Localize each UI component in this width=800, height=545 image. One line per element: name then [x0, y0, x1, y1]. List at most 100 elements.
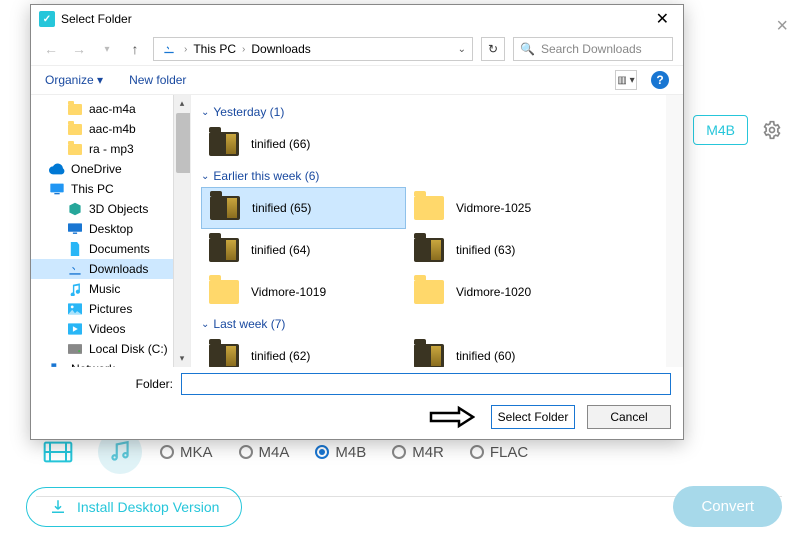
tree-item[interactable]: aac-m4a: [31, 99, 190, 119]
format-radio-m4a[interactable]: M4A: [239, 444, 290, 461]
folder-icon: [67, 142, 83, 156]
tree-item-label: Videos: [89, 322, 125, 336]
tree-item[interactable]: Music: [31, 279, 190, 299]
tree-item-label: This PC: [71, 182, 114, 196]
convert-button[interactable]: Convert: [673, 486, 782, 527]
tree-item[interactable]: ra - mp3: [31, 139, 190, 159]
arrow-annotation-icon: [429, 405, 475, 429]
folder-item[interactable]: tinified (63): [406, 229, 611, 271]
scroll-down-icon[interactable]: ▾: [174, 350, 190, 367]
folder-icon: [412, 339, 446, 367]
folder-item[interactable]: tinified (64): [201, 229, 406, 271]
tree-item[interactable]: Videos: [31, 319, 190, 339]
folder-item[interactable]: Vidmore-1025: [406, 187, 611, 229]
organize-button[interactable]: Organize ▾: [45, 73, 103, 87]
desktop-icon: [67, 222, 83, 236]
breadcrumb-item[interactable]: Downloads: [251, 42, 310, 56]
tree-item[interactable]: Pictures: [31, 299, 190, 319]
folder-item[interactable]: Vidmore-1020: [406, 271, 611, 313]
cancel-button[interactable]: Cancel: [587, 405, 671, 429]
folder-item-label: tinified (66): [251, 137, 310, 151]
3d-icon: [67, 202, 83, 216]
folder-item[interactable]: tinified (66): [201, 123, 406, 165]
tree-item[interactable]: 3D Objects: [31, 199, 190, 219]
folder-item-label: tinified (63): [456, 243, 515, 257]
tree-item[interactable]: aac-m4b: [31, 119, 190, 139]
tree-item[interactable]: This PC: [31, 179, 190, 199]
nav-back-icon[interactable]: ←: [41, 41, 61, 57]
dialog-title: Select Folder: [61, 12, 132, 26]
tree-item-label: aac-m4b: [89, 122, 136, 136]
app-icon: ✓: [39, 11, 55, 27]
folder-item-label: tinified (64): [251, 243, 310, 257]
folder-item[interactable]: tinified (60): [406, 335, 611, 367]
search-input[interactable]: 🔍 Search Downloads: [513, 37, 673, 61]
tree-item-label: Music: [89, 282, 120, 296]
radio-dot-icon: [470, 445, 484, 459]
folder-item[interactable]: Vidmore-1019: [201, 271, 406, 313]
folder-content[interactable]: ⌄ Yesterday (1) tinified (66) ⌄ Earlier th…: [191, 95, 683, 367]
tree-item[interactable]: Documents: [31, 239, 190, 259]
refresh-icon[interactable]: ↻: [481, 37, 505, 61]
tree-item-label: Pictures: [89, 302, 132, 316]
folder-icon: [207, 233, 241, 267]
folder-item-label: tinified (62): [251, 349, 310, 363]
folder-icon: [207, 275, 241, 309]
nav-up-icon[interactable]: ↑: [125, 41, 145, 57]
tree-item-label: ra - mp3: [89, 142, 134, 156]
radio-dot-icon: [315, 445, 329, 459]
radio-dot-icon: [160, 445, 174, 459]
folder-icon: [412, 275, 446, 309]
format-radio-m4r[interactable]: M4R: [392, 444, 444, 461]
search-icon: 🔍: [520, 42, 535, 56]
folder-icon: [412, 233, 446, 267]
breadcrumb[interactable]: › This PC › Downloads ⌄: [153, 37, 473, 61]
radio-label: MKA: [180, 444, 213, 461]
tree-item[interactable]: Desktop: [31, 219, 190, 239]
new-folder-button[interactable]: New folder: [129, 73, 186, 87]
tree-item-label: aac-m4a: [89, 102, 136, 116]
breadcrumb-drop-icon[interactable]: ⌄: [458, 44, 466, 55]
tree-item[interactable]: Network: [31, 359, 190, 367]
chevron-down-icon: ⌄: [201, 171, 209, 182]
group-header[interactable]: ⌄ Earlier this week (6): [201, 169, 673, 183]
chevron-down-icon: ⌄: [201, 107, 209, 118]
downloads-icon: [160, 40, 178, 58]
nav-forward-icon: →: [69, 41, 89, 57]
chevron-down-icon[interactable]: ▾: [97, 44, 117, 55]
tree-scrollbar[interactable]: ▴ ▾: [173, 95, 190, 367]
close-icon[interactable]: ✕: [650, 9, 675, 29]
tree-item-label: 3D Objects: [89, 202, 148, 216]
tree-item[interactable]: Downloads: [31, 259, 190, 279]
tree-item[interactable]: Local Disk (C:): [31, 339, 190, 359]
group-header[interactable]: ⌄ Last week (7): [201, 317, 673, 331]
folder-item[interactable]: tinified (62): [201, 335, 406, 367]
scroll-thumb[interactable]: [176, 113, 191, 173]
network-icon: [49, 362, 65, 367]
bg-close-icon[interactable]: ×: [776, 15, 788, 38]
view-options-button[interactable]: ▥ ▾: [615, 70, 637, 90]
group-header[interactable]: ⌄ Yesterday (1): [201, 105, 673, 119]
breadcrumb-item[interactable]: This PC: [193, 42, 236, 56]
format-radio-mka[interactable]: MKA: [160, 444, 213, 461]
install-desktop-button[interactable]: Install Desktop Version: [26, 487, 242, 527]
help-icon[interactable]: ?: [651, 71, 669, 89]
pc-icon: [49, 182, 65, 196]
radio-dot-icon: [239, 445, 253, 459]
scroll-up-icon[interactable]: ▴: [174, 95, 190, 112]
content-scrollbar[interactable]: [666, 95, 683, 367]
folder-name-input[interactable]: [181, 373, 671, 395]
navbar: ← → ▾ ↑ › This PC › Downloads ⌄ ↻ 🔍 Sear…: [31, 33, 683, 65]
gear-icon[interactable]: [762, 120, 782, 140]
format-radio-m4b[interactable]: M4B: [315, 444, 366, 461]
folder-item-label: Vidmore-1020: [456, 285, 531, 299]
folder-item[interactable]: tinified (65): [201, 187, 406, 229]
format-radio-flac[interactable]: FLAC: [470, 444, 528, 461]
bg-format-chip[interactable]: M4B: [693, 115, 748, 145]
folder-icon: [412, 191, 446, 225]
tree-item[interactable]: OneDrive: [31, 159, 190, 179]
select-folder-button[interactable]: Select Folder: [491, 405, 575, 429]
tree-item-label: OneDrive: [71, 162, 122, 176]
nav-tree[interactable]: aac-m4a aac-m4b ra - mp3 OneDrive This PC 3D …: [31, 95, 191, 367]
breadcrumb-sep-icon: ›: [184, 44, 187, 55]
